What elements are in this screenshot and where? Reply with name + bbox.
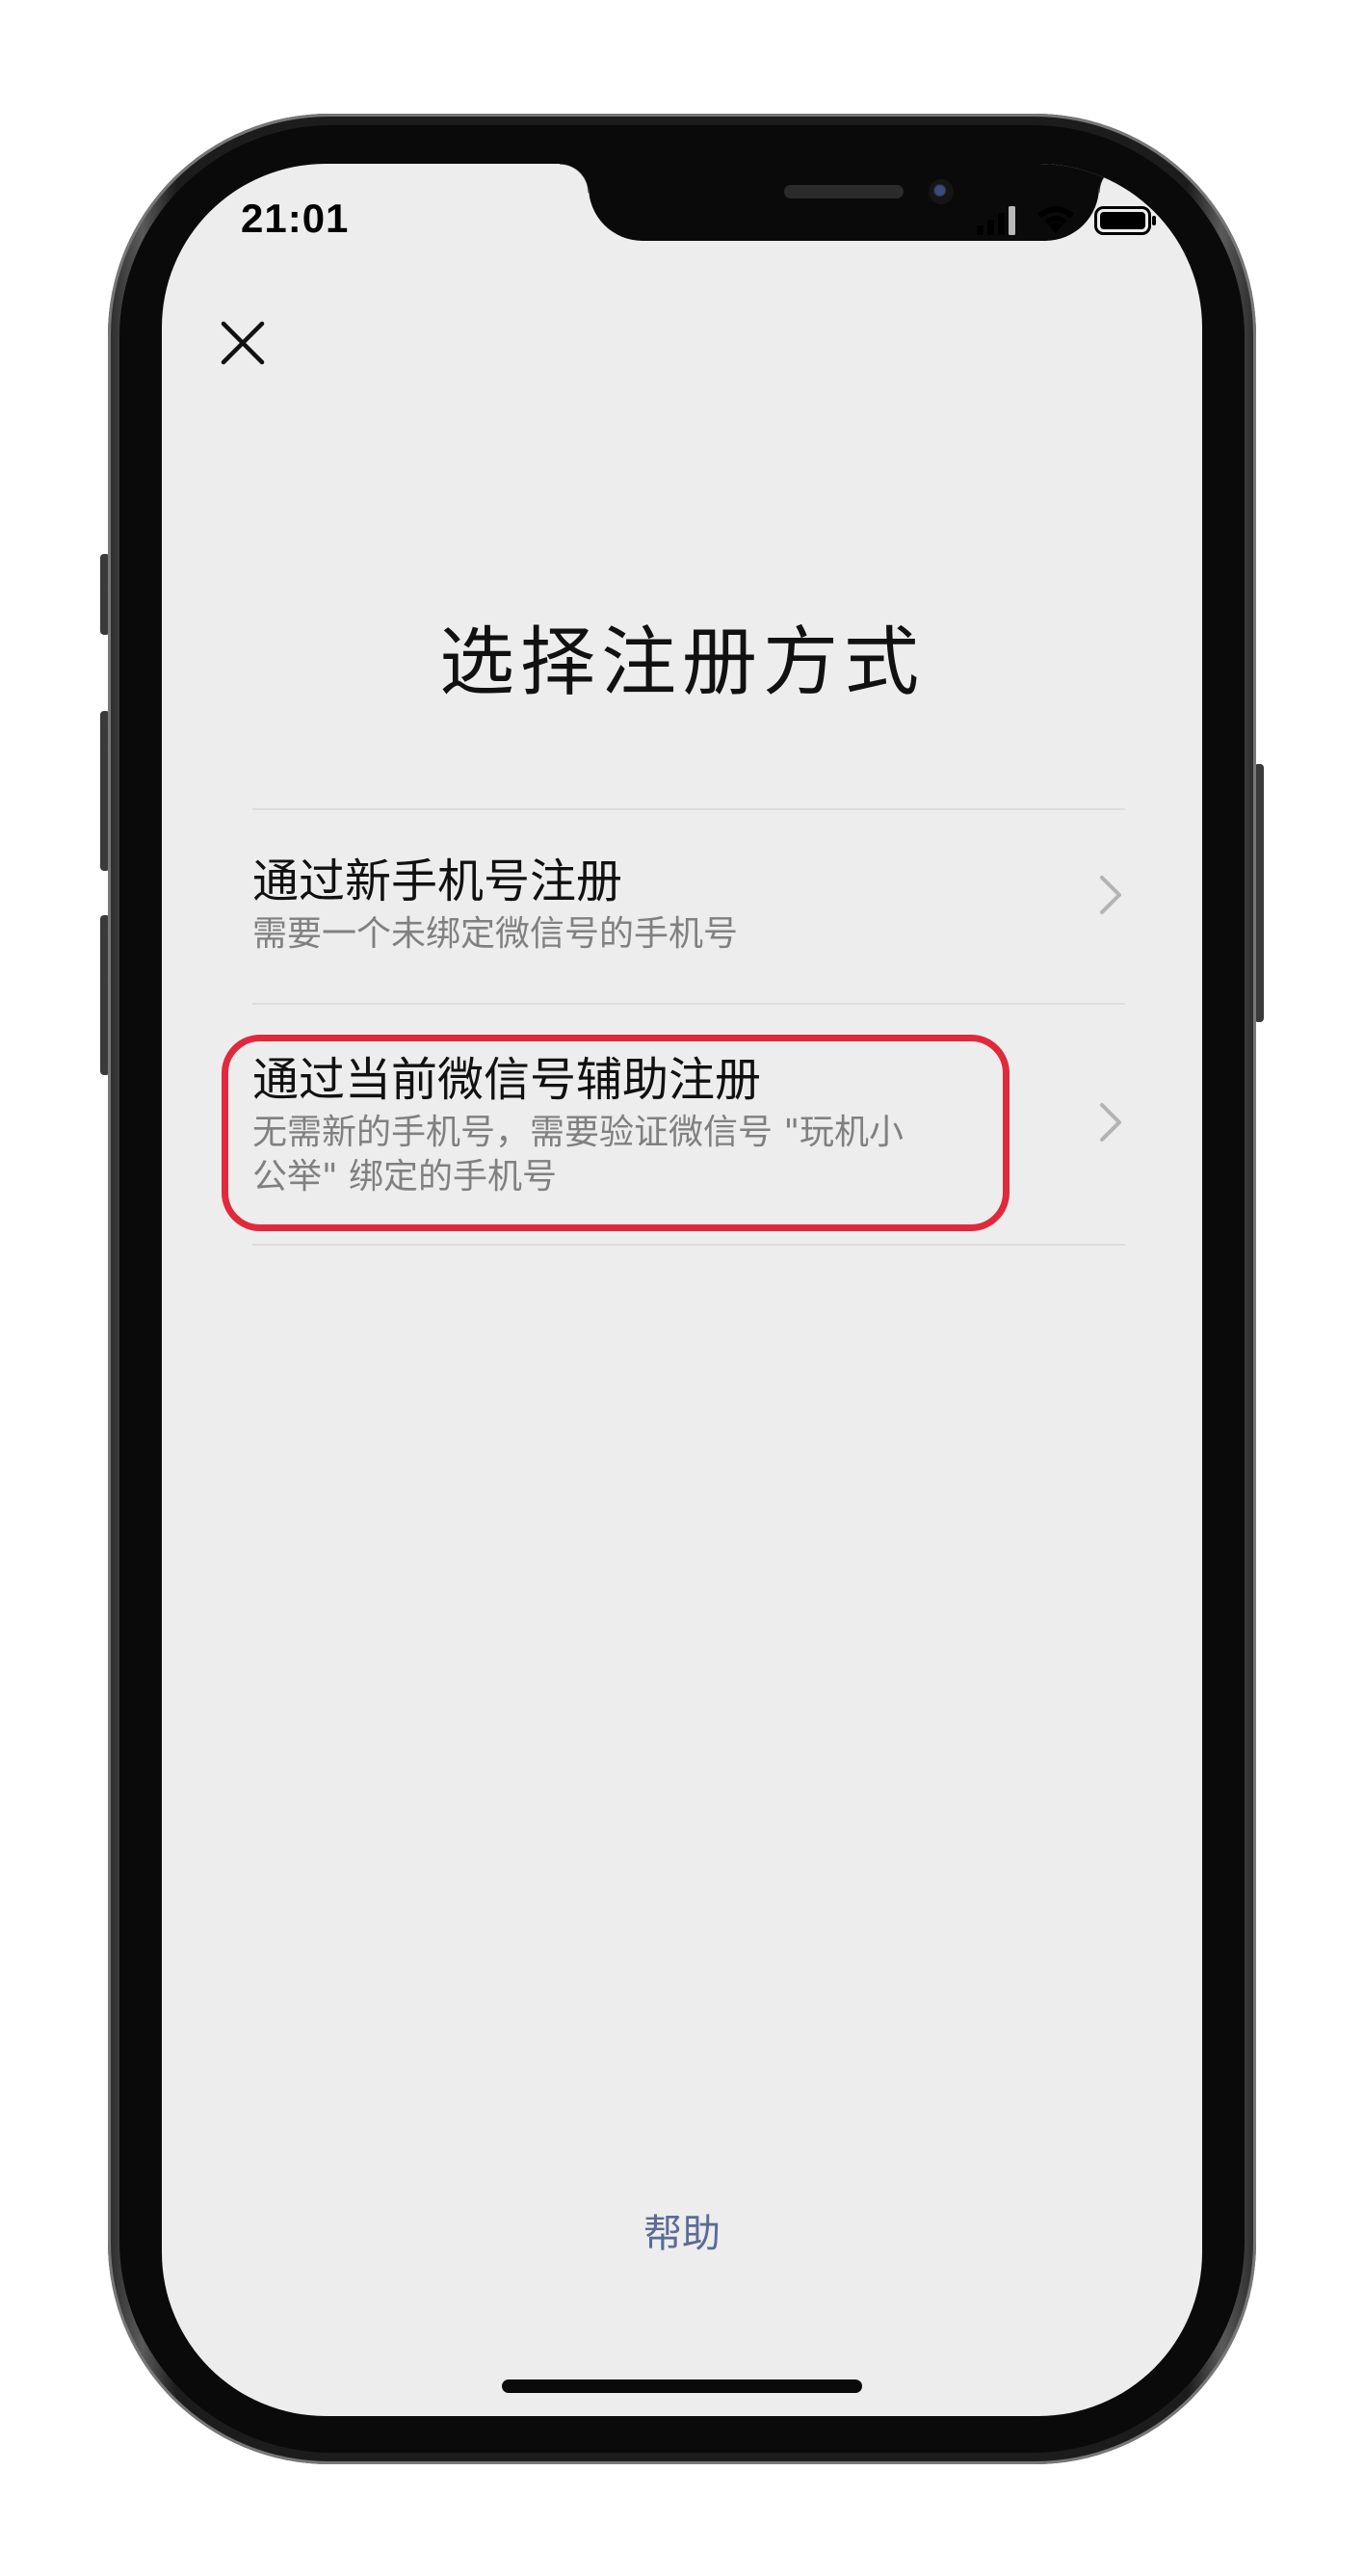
- phone-screen: 21:01 选择注册方式 通过新手机号注册 需要一个未绑定微信号的手机号 通过当…: [162, 164, 1202, 2416]
- chevron-right-icon: [1100, 1103, 1121, 1142]
- battery-icon: [1094, 206, 1156, 235]
- signal-icon: [977, 206, 1015, 235]
- option-subtitle-line-1: 无需新的手机号，需要验证微信号 "玩机小: [252, 1113, 905, 1152]
- option-subtitle: 需要一个未绑定微信号的手机号: [252, 914, 739, 954]
- home-indicator[interactable]: [502, 2379, 862, 2393]
- page-title: 选择注册方式: [438, 619, 925, 706]
- divider-bottom: [252, 1244, 1125, 1246]
- option-new-phone[interactable]: 通过新手机号注册 需要一个未绑定微信号的手机号: [252, 810, 1125, 1001]
- option-subtitle-line-2: 公举" 绑定的手机号: [252, 1157, 558, 1196]
- wifi-icon: [1037, 206, 1074, 233]
- front-camera: [929, 179, 954, 204]
- earpiece-speaker: [784, 185, 904, 198]
- close-button[interactable]: [216, 316, 270, 370]
- close-icon: [221, 321, 265, 365]
- status-icons: [977, 202, 1160, 241]
- option-title: 通过当前微信号辅助注册: [252, 1053, 762, 1107]
- device-mockup: 21:01 选择注册方式 通过新手机号注册 需要一个未绑定微信号的手机号 通过当…: [0, 0, 1364, 2576]
- help-link[interactable]: 帮助: [162, 2202, 1202, 2258]
- option-title: 通过新手机号注册: [252, 854, 623, 908]
- status-time: 21:01: [241, 196, 350, 241]
- option-assisted-register[interactable]: 通过当前微信号辅助注册 无需新的手机号，需要验证微信号 "玩机小 公举" 绑定的…: [252, 1005, 1125, 1242]
- chevron-right-icon: [1100, 876, 1121, 914]
